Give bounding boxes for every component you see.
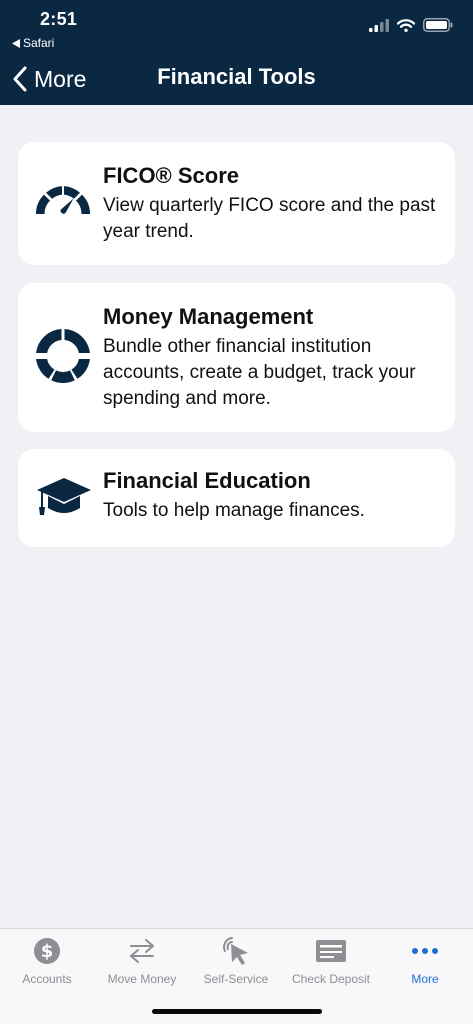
money-management-card[interactable]: Money Management Bundle other financial … [18,283,455,432]
tab-label: Move Money [107,972,177,986]
tab-check-deposit[interactable]: Check Deposit [284,935,378,995]
financial-education-card[interactable]: Financial Education Tools to help manage… [18,449,455,547]
tab-label: Accounts [22,972,72,986]
fico-score-card[interactable]: FICO® Score View quarterly FICO score an… [18,142,455,265]
check-icon [284,935,378,967]
home-indicator[interactable] [152,1009,322,1014]
battery-icon [423,18,453,32]
more-dots-icon [378,935,472,967]
card-description: Bundle other financial institution accou… [103,336,416,409]
header: 2:51 Safari More Financial Tools [0,0,473,105]
page-title: Financial Tools [157,64,316,89]
status-back-label: Safari [23,36,55,50]
tab-self-service[interactable]: Self-Service [189,935,283,995]
tab-accounts[interactable]: $ Accounts [0,935,94,995]
back-triangle-icon [12,38,20,48]
tab-label: More [411,972,439,986]
cursor-click-icon [189,935,283,967]
dollar-coin-icon: $ [0,935,94,967]
card-description: View quarterly FICO score and the past y… [103,195,436,242]
tab-move-money[interactable]: Move Money [95,935,189,995]
card-description: Tools to help manage finances. [103,500,365,521]
status-back-to-app[interactable]: Safari [12,36,54,50]
graduation-cap-icon [36,476,92,523]
tab-more[interactable]: More [378,935,472,995]
financial-tools-list: FICO® Score View quarterly FICO score an… [0,105,473,928]
status-icons [369,18,453,32]
tab-label: Check Deposit [291,972,371,986]
svg-text:$: $ [41,941,54,962]
donut-chart-icon [36,328,90,389]
card-title: Financial Education [103,468,311,493]
cellular-signal-icon [369,18,389,32]
tab-label: Self-Service [203,972,269,986]
transfer-arrows-icon [95,935,189,967]
status-time: 2:51 [40,9,78,29]
card-title: FICO® Score [103,163,240,188]
card-title: Money Management [103,304,314,329]
gauge-icon [35,186,91,221]
wifi-icon [397,18,415,32]
